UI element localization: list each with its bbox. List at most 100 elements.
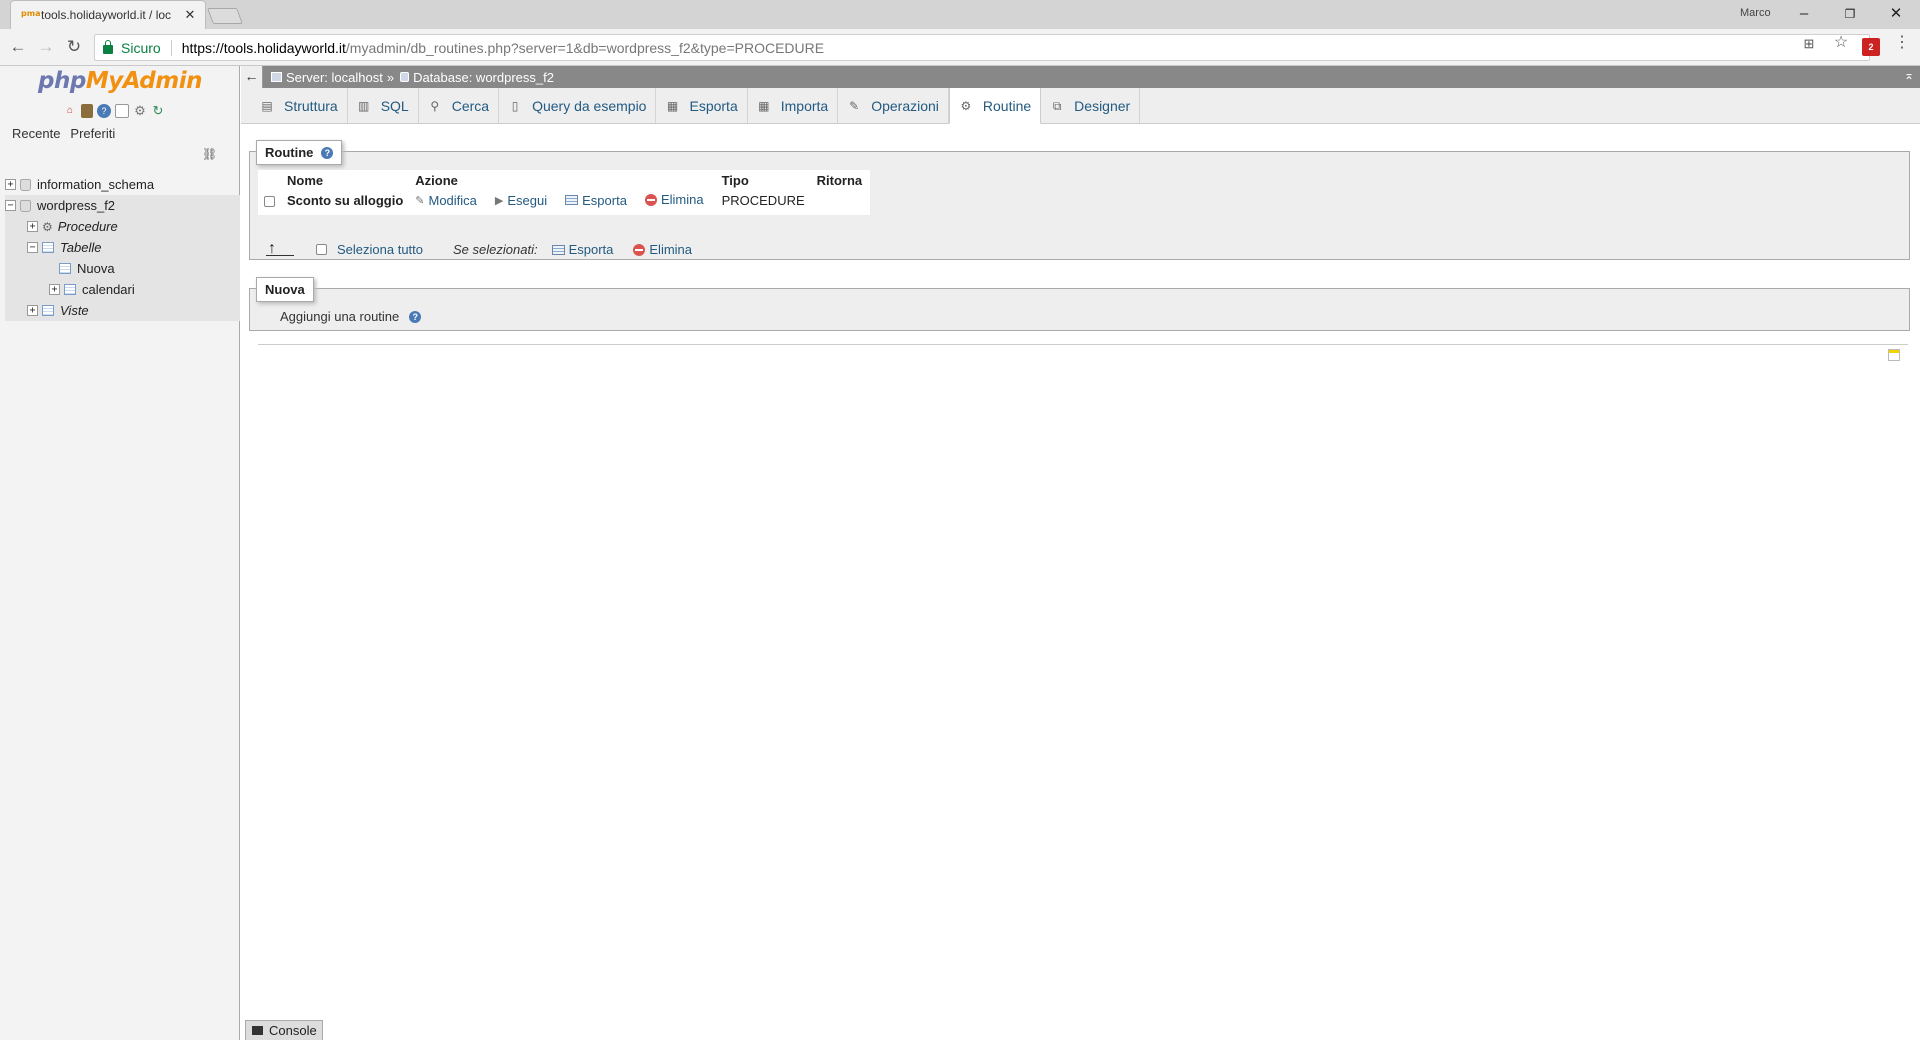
structure-icon: ▤ bbox=[261, 98, 273, 113]
database-icon bbox=[20, 178, 31, 191]
bulk-delete-button[interactable]: Elimina bbox=[633, 242, 692, 257]
collapse-nav-icon[interactable]: ← bbox=[241, 66, 263, 88]
tree-db-label[interactable]: information_schema bbox=[37, 177, 154, 192]
server-icon bbox=[271, 72, 282, 82]
with-selected-label: Se selezionati: bbox=[453, 242, 538, 257]
new-tab-button[interactable] bbox=[207, 8, 243, 24]
tree-new-table-label[interactable]: Nuova bbox=[77, 261, 115, 276]
browser-tabstrip: pma tools.holidayworld.it / loc ✕ Marco … bbox=[0, 0, 1920, 29]
breadcrumb: ← Server: localhost » Database: wordpres… bbox=[241, 66, 1920, 88]
expand-icon[interactable]: + bbox=[27, 221, 38, 232]
recent-favorites-tabs: Recente Preferiti bbox=[10, 126, 117, 141]
tree-views[interactable]: + Viste bbox=[5, 300, 240, 321]
reload-nav-icon[interactable]: ↻ bbox=[151, 104, 165, 118]
home-icon[interactable]: ⌂ bbox=[63, 104, 77, 118]
logout-icon[interactable] bbox=[81, 104, 93, 118]
table-row: Sconto su alloggio ✎ Modifica ▶ Esegui Esp… bbox=[258, 190, 870, 215]
back-icon[interactable]: ← bbox=[6, 35, 30, 59]
collapse-top-icon[interactable]: ⌅ bbox=[1904, 68, 1914, 82]
tree-views-label[interactable]: Viste bbox=[60, 303, 89, 318]
help-icon[interactable]: ? bbox=[321, 146, 334, 159]
expand-icon[interactable]: + bbox=[5, 179, 16, 190]
tab-operazioni[interactable]: ✎ Operazioni bbox=[838, 88, 949, 123]
bookmark-star-icon[interactable]: ☆ bbox=[1832, 34, 1850, 52]
tab-query-da-esempio[interactable]: ▯ Query da esempio bbox=[499, 88, 657, 123]
routines-legend: Routine ? bbox=[256, 140, 343, 165]
views-icon bbox=[42, 305, 54, 316]
database-icon bbox=[20, 199, 31, 212]
tree-db-information-schema[interactable]: + information_schema bbox=[5, 174, 240, 195]
tab-esporta[interactable]: ▦ Esporta bbox=[656, 88, 748, 123]
browser-tab[interactable]: pma tools.holidayworld.it / loc ✕ bbox=[10, 0, 206, 29]
reload-icon[interactable]: ↻ bbox=[62, 35, 86, 59]
console-toggle[interactable]: Console bbox=[245, 1020, 323, 1040]
collapse-icon[interactable]: − bbox=[5, 200, 16, 211]
tab-sql[interactable]: ▥ SQL bbox=[348, 88, 419, 123]
tab-importa[interactable]: ▦ Importa bbox=[748, 88, 839, 123]
tree-table-calendari[interactable]: + calendari bbox=[5, 279, 240, 300]
tree-db-wordpress-f2[interactable]: − wordpress_f2 bbox=[5, 195, 240, 216]
add-routine-link[interactable]: Aggiungi una routine ? bbox=[280, 309, 422, 324]
forward-icon[interactable]: → bbox=[34, 35, 58, 59]
tree-db-label[interactable]: wordpress_f2 bbox=[37, 198, 115, 213]
designer-icon: ⧉ bbox=[1052, 98, 1062, 113]
link-with-main-icon[interactable]: ⛓ bbox=[202, 147, 217, 161]
database-tree: + information_schema − wordpress_f2 + ⚙ … bbox=[5, 166, 240, 321]
tab-recent[interactable]: Recente bbox=[10, 126, 62, 141]
header-type: Tipo bbox=[717, 170, 813, 190]
page-settings-icon[interactable] bbox=[1888, 349, 1900, 361]
pencil-icon: ✎ bbox=[415, 195, 425, 208]
tree-procedures[interactable]: + ⚙ Procedure bbox=[5, 216, 240, 237]
breadcrumb-server[interactable]: Server: localhost bbox=[271, 70, 383, 85]
tree-new-table[interactable]: Nuova bbox=[5, 258, 240, 279]
tab-close-icon[interactable]: ✕ bbox=[183, 7, 197, 23]
tree-tables-label[interactable]: Tabelle bbox=[60, 240, 101, 255]
select-all-checkbox[interactable] bbox=[316, 244, 327, 255]
quick-icons: ⌂ ? ⚙ ↻ bbox=[63, 104, 165, 118]
settings-gear-icon[interactable]: ⚙ bbox=[133, 104, 147, 118]
tab-designer[interactable]: ⧉ Designer bbox=[1041, 88, 1141, 123]
address-separator bbox=[170, 39, 172, 56]
row-checkbox[interactable] bbox=[264, 195, 275, 207]
tab-cerca[interactable]: ⚲ Cerca bbox=[419, 88, 500, 123]
docs-icon[interactable] bbox=[115, 104, 129, 118]
expand-icon[interactable]: + bbox=[27, 305, 38, 316]
collapse-icon[interactable]: − bbox=[27, 242, 38, 253]
breadcrumb-separator: » bbox=[386, 69, 395, 85]
tree-procedures-label[interactable]: Procedure bbox=[58, 219, 118, 234]
bulk-export-button[interactable]: Esporta bbox=[551, 242, 613, 257]
console-icon bbox=[252, 1026, 263, 1035]
breadcrumb-database[interactable]: Database: wordpress_f2 bbox=[400, 70, 554, 85]
routine-icon: ⚙ bbox=[960, 98, 972, 113]
help-icon[interactable]: ? bbox=[409, 310, 422, 323]
tab-struttura[interactable]: ▤ Struttura bbox=[251, 88, 348, 123]
tab-favorites[interactable]: Preferiti bbox=[68, 126, 117, 141]
help-icon[interactable]: ? bbox=[97, 104, 111, 118]
address-bar[interactable]: Sicuro https://tools.holidayworld.it/mya… bbox=[94, 34, 1870, 61]
database-icon bbox=[400, 72, 410, 82]
tree-tables[interactable]: − Tabelle bbox=[5, 237, 240, 258]
export-icon: ▦ bbox=[666, 98, 679, 113]
minimize-icon[interactable]: – bbox=[1782, 2, 1826, 26]
select-all-label[interactable]: Seleziona tutto bbox=[337, 242, 423, 257]
delete-icon bbox=[633, 243, 646, 256]
extension-badge-icon[interactable]: 2 bbox=[1862, 38, 1880, 56]
browser-menu-icon[interactable]: ⋮ bbox=[1893, 34, 1911, 52]
procedures-icon: ⚙ bbox=[42, 219, 53, 234]
header-checkbox-col bbox=[258, 170, 283, 190]
profile-name[interactable]: Marco bbox=[1740, 7, 1771, 19]
arrow-up-icon: ↑ bbox=[266, 241, 294, 257]
routines-table: Nome Azione Tipo Ritorna Sconto su allog… bbox=[258, 170, 871, 215]
tree-table-label[interactable]: calendari bbox=[82, 282, 135, 297]
phpmyadmin-logo[interactable]: phpMyAdmin bbox=[38, 68, 202, 94]
expand-icon[interactable]: + bbox=[49, 284, 60, 295]
translate-icon[interactable]: ⊞ bbox=[1800, 35, 1818, 53]
export-link[interactable]: Esporta bbox=[565, 193, 627, 208]
delete-link[interactable]: Elimina bbox=[644, 192, 704, 207]
execute-link[interactable]: ▶ Esegui bbox=[495, 193, 547, 208]
tab-routine[interactable]: ⚙ Routine bbox=[948, 88, 1042, 124]
restore-icon[interactable]: ❐ bbox=[1828, 2, 1872, 26]
edit-link[interactable]: ✎ Modifica bbox=[415, 193, 477, 208]
bulk-actions: ↑ Seleziona tutto Se selezionati: Esport… bbox=[266, 241, 698, 257]
window-close-icon[interactable]: ✕ bbox=[1874, 2, 1918, 26]
